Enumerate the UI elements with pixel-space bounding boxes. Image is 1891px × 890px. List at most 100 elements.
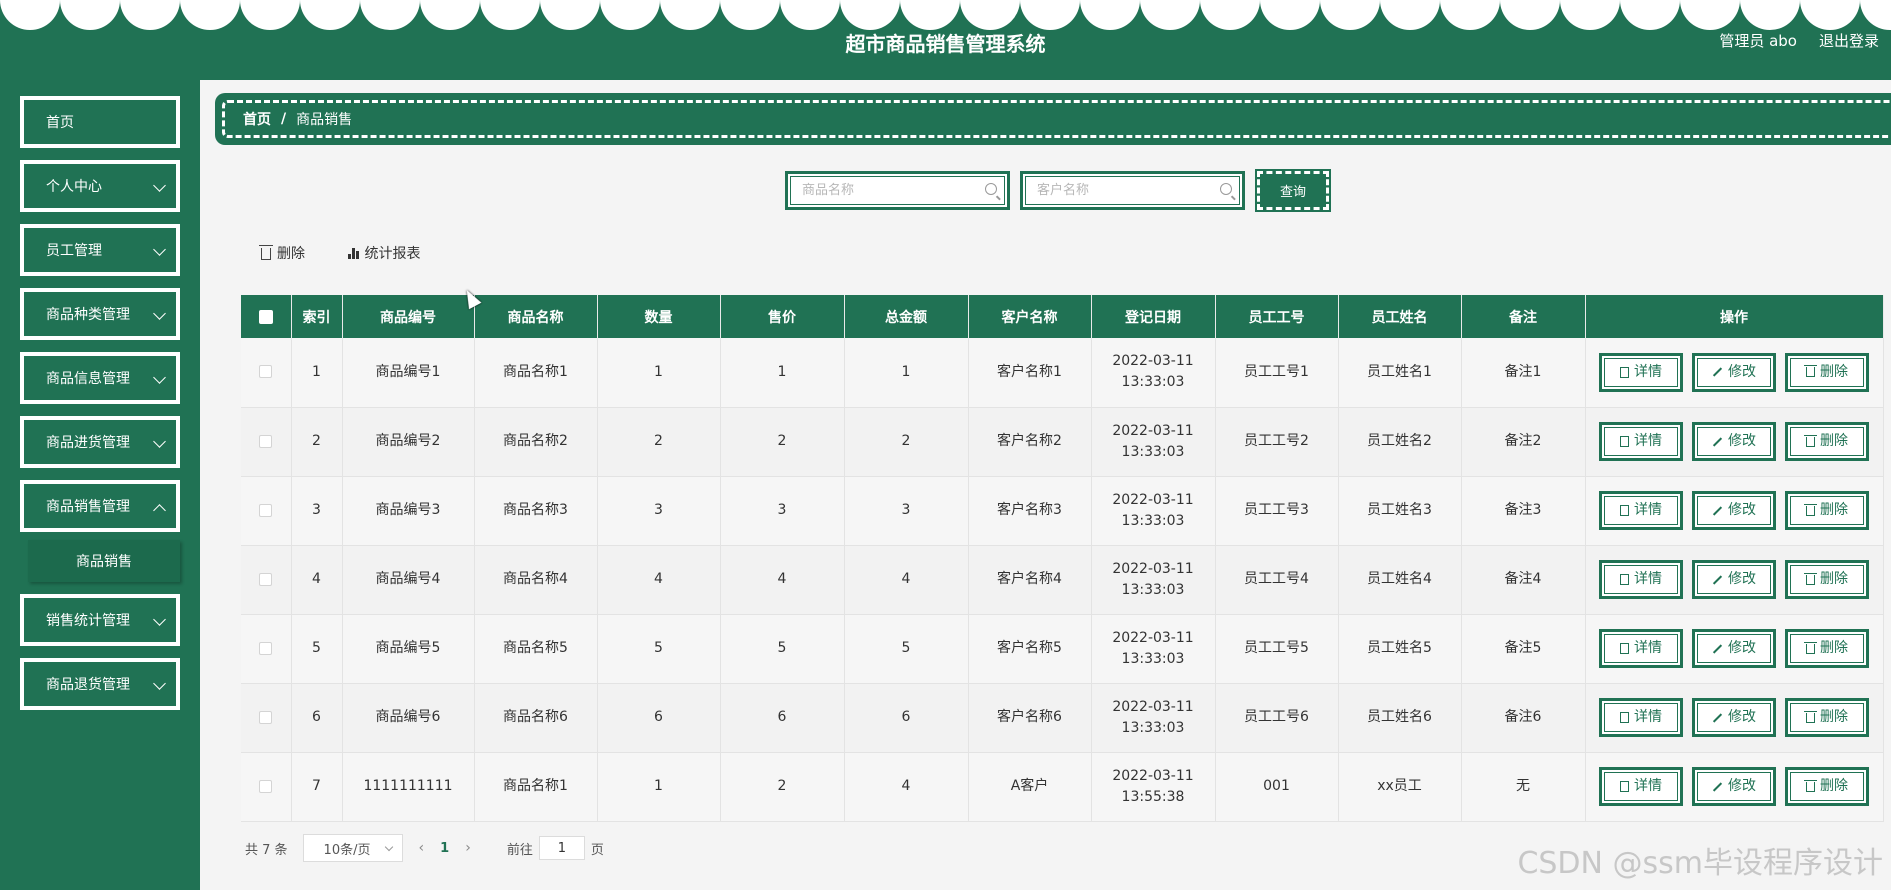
stats-report-button[interactable]: 统计报表 bbox=[348, 243, 421, 263]
actions-cell: 详情 修改 删除 bbox=[1585, 338, 1884, 408]
trash-icon bbox=[1804, 572, 1817, 585]
row-checkbox[interactable] bbox=[259, 710, 273, 724]
table-cell: 员工工号3 bbox=[1215, 476, 1339, 546]
sidebar-item-employee[interactable]: 员工管理 bbox=[20, 224, 180, 276]
sidebar-item-purchase[interactable]: 商品进货管理 bbox=[20, 416, 180, 468]
table-cell: 2022-03-11 13:33:03 bbox=[1091, 476, 1216, 546]
action-label: 修改 bbox=[1728, 778, 1756, 794]
customer-name-input[interactable] bbox=[1037, 180, 1197, 200]
table-cell: 商品编号2 bbox=[342, 407, 475, 477]
sidebar-item-sales[interactable]: 商品销售管理 bbox=[20, 480, 180, 532]
detail-button[interactable]: 详情 bbox=[1599, 491, 1683, 530]
table-cell: 3 bbox=[291, 476, 343, 546]
prev-page-button[interactable]: ‹ bbox=[419, 840, 425, 856]
breadcrumb-home[interactable]: 首页 bbox=[243, 109, 271, 129]
edit-button[interactable]: 修改 bbox=[1692, 767, 1776, 806]
document-icon bbox=[1620, 436, 1629, 447]
goto-page-input[interactable] bbox=[538, 836, 585, 860]
table-cell: 员工工号1 bbox=[1215, 338, 1339, 408]
current-user[interactable]: 管理员 abo bbox=[1719, 30, 1797, 51]
detail-button[interactable]: 详情 bbox=[1599, 422, 1683, 461]
detail-button[interactable]: 详情 bbox=[1599, 560, 1683, 599]
edit-button[interactable]: 修改 bbox=[1692, 560, 1776, 599]
action-label: 修改 bbox=[1728, 363, 1756, 380]
table-cell: 无 bbox=[1461, 752, 1586, 822]
bulk-delete-label: 删除 bbox=[277, 246, 305, 262]
sidebar-item-returns[interactable]: 商品退货管理 bbox=[20, 658, 180, 710]
sidebar-item-home[interactable]: 首页 bbox=[20, 96, 180, 148]
sidebar-item-personal-center[interactable]: 个人中心 bbox=[20, 160, 180, 212]
sidebar-item-label: 销售统计管理 bbox=[46, 613, 130, 629]
table-cell: 商品名称4 bbox=[474, 545, 598, 615]
sidebar-item-label: 商品种类管理 bbox=[46, 307, 130, 323]
table-cell: 客户名称6 bbox=[968, 683, 1092, 753]
row-select-cell bbox=[241, 476, 292, 546]
table-cell: 员工工号4 bbox=[1215, 545, 1339, 615]
logout-link[interactable]: 退出登录 bbox=[1819, 30, 1879, 51]
row-select-cell bbox=[241, 683, 292, 753]
edit-button[interactable]: 修改 bbox=[1692, 422, 1776, 461]
chevron-down-icon bbox=[153, 307, 166, 320]
next-page-button[interactable]: › bbox=[465, 840, 471, 856]
detail-button[interactable]: 详情 bbox=[1599, 352, 1683, 392]
row-checkbox[interactable] bbox=[259, 779, 273, 793]
delete-button[interactable]: 删除 bbox=[1785, 491, 1869, 530]
customer-name-search bbox=[1020, 171, 1245, 210]
action-label: 修改 bbox=[1728, 640, 1756, 656]
table-cell: 4 bbox=[291, 545, 343, 615]
query-button[interactable]: 查询 bbox=[1255, 169, 1331, 212]
table-cell: 备注5 bbox=[1461, 614, 1586, 684]
action-label: 详情 bbox=[1634, 433, 1662, 449]
table-cell: 商品编号4 bbox=[342, 545, 475, 615]
sidebar-item-product-info[interactable]: 商品信息管理 bbox=[20, 352, 180, 404]
table-cell: 商品编号5 bbox=[342, 614, 475, 684]
actions-cell: 详情 修改 删除 bbox=[1585, 476, 1884, 546]
detail-button[interactable]: 详情 bbox=[1599, 767, 1683, 806]
select-all-checkbox[interactable] bbox=[258, 309, 273, 324]
sidebar-item-category[interactable]: 商品种类管理 bbox=[20, 288, 180, 340]
row-checkbox[interactable] bbox=[259, 503, 273, 517]
table-cell: 7 bbox=[291, 752, 343, 822]
delete-button[interactable]: 删除 bbox=[1785, 698, 1869, 737]
sidebar-subitem-product-sales[interactable]: 商品销售 bbox=[28, 540, 180, 582]
row-checkbox[interactable] bbox=[259, 434, 273, 448]
sidebar-item-label: 商品信息管理 bbox=[46, 371, 130, 387]
bar-chart-icon bbox=[348, 247, 359, 259]
table-cell: 2022-03-11 13:33:03 bbox=[1091, 614, 1216, 684]
detail-button[interactable]: 详情 bbox=[1599, 698, 1683, 737]
column-header: 数量 bbox=[597, 295, 721, 338]
delete-button[interactable]: 删除 bbox=[1785, 629, 1869, 668]
page-number-1[interactable]: 1 bbox=[440, 841, 449, 856]
action-label: 删除 bbox=[1820, 433, 1848, 449]
page-size-select[interactable]: 10条/页 bbox=[302, 834, 403, 862]
table-cell: 1 bbox=[844, 338, 969, 408]
delete-button[interactable]: 删除 bbox=[1785, 422, 1869, 461]
chevron-down-icon bbox=[384, 842, 393, 852]
table-cell: 员工姓名2 bbox=[1338, 407, 1462, 477]
table-row: 4 商品编号4 商品名称4 4 4 4 客户名称4 2022-03-11 13:33:03 员工… bbox=[241, 545, 1884, 615]
table-cell: 2022-03-11 13:55:38 bbox=[1091, 752, 1216, 822]
product-name-input[interactable] bbox=[802, 180, 962, 200]
row-checkbox[interactable] bbox=[259, 641, 273, 655]
table-cell: 4 bbox=[844, 545, 969, 615]
row-checkbox[interactable] bbox=[259, 365, 273, 379]
sidebar-item-sales-stats[interactable]: 销售统计管理 bbox=[20, 594, 180, 646]
chevron-down-icon bbox=[153, 435, 166, 448]
table-cell: A客户 bbox=[968, 752, 1092, 822]
bulk-delete-button[interactable]: 删除 bbox=[259, 243, 305, 263]
delete-button[interactable]: 删除 bbox=[1785, 767, 1869, 806]
row-checkbox[interactable] bbox=[259, 572, 273, 586]
search-icon bbox=[985, 183, 997, 195]
edit-button[interactable]: 修改 bbox=[1692, 352, 1776, 392]
delete-button[interactable]: 删除 bbox=[1785, 560, 1869, 599]
edit-button[interactable]: 修改 bbox=[1692, 491, 1776, 530]
delete-button[interactable]: 删除 bbox=[1785, 352, 1869, 392]
table-row: 2 商品编号2 商品名称2 2 2 2 客户名称2 2022-03-11 13:33:03 员工… bbox=[241, 407, 1884, 477]
edit-button[interactable]: 修改 bbox=[1692, 629, 1776, 668]
edit-button[interactable]: 修改 bbox=[1692, 698, 1776, 737]
breadcrumb: 首页 / 商品销售 bbox=[215, 93, 1891, 145]
action-label: 修改 bbox=[1728, 709, 1756, 725]
table-cell: 2022-03-11 13:33:03 bbox=[1091, 683, 1216, 753]
detail-button[interactable]: 详情 bbox=[1599, 629, 1683, 668]
actions-cell: 详情 修改 删除 bbox=[1585, 683, 1884, 753]
